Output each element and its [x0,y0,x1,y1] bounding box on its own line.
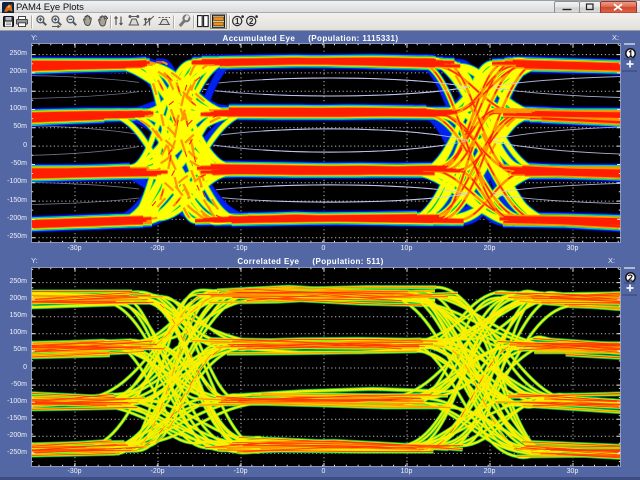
svg-text:1: 1 [235,17,240,26]
svg-text:2: 2 [249,17,254,26]
